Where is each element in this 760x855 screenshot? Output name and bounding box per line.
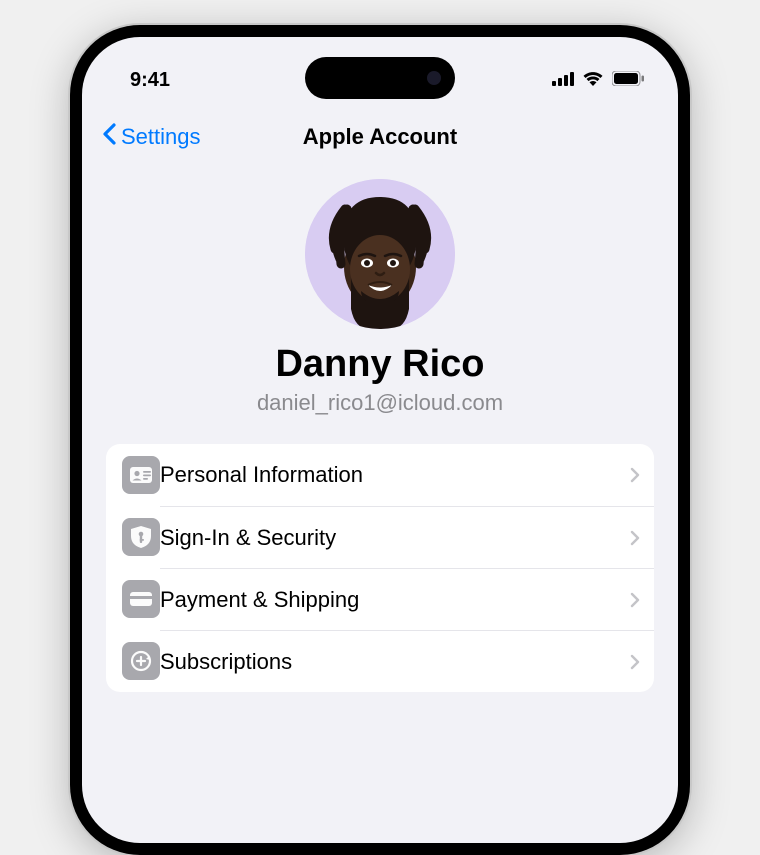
nav-bar: Settings Apple Account xyxy=(82,109,678,165)
memoji-icon xyxy=(305,179,455,329)
page-title: Apple Account xyxy=(303,124,457,150)
credit-card-icon xyxy=(122,580,160,618)
refresh-plus-icon xyxy=(122,642,160,680)
row-label: Payment & Shipping xyxy=(160,587,614,613)
profile-section: Danny Rico daniel_rico1@icloud.com xyxy=(82,165,678,444)
payment-shipping-row[interactable]: Payment & Shipping xyxy=(106,568,654,630)
row-label: Subscriptions xyxy=(160,649,614,675)
phone-frame: 9:41 Settings Apple Account xyxy=(70,25,690,855)
screen: 9:41 Settings Apple Account xyxy=(82,37,678,843)
personal-information-row[interactable]: Personal Information xyxy=(106,444,654,506)
signin-security-row[interactable]: Sign-In & Security xyxy=(106,506,654,568)
chevron-left-icon xyxy=(102,123,117,151)
camera-dot xyxy=(427,71,441,85)
chevron-right-icon xyxy=(630,467,640,483)
settings-list: Personal Information Sign-In & Security xyxy=(106,444,654,692)
profile-name: Danny Rico xyxy=(82,343,678,386)
avatar[interactable] xyxy=(305,179,455,329)
status-right xyxy=(552,69,644,92)
row-label: Sign-In & Security xyxy=(160,525,614,551)
back-label: Settings xyxy=(121,124,201,150)
status-time: 9:41 xyxy=(130,69,170,92)
wifi-icon xyxy=(582,69,604,92)
chevron-right-icon xyxy=(630,530,640,546)
chevron-right-icon xyxy=(630,592,640,608)
back-button[interactable]: Settings xyxy=(102,123,201,151)
chevron-right-icon xyxy=(630,654,640,670)
subscriptions-row[interactable]: Subscriptions xyxy=(106,630,654,692)
profile-email: daniel_rico1@icloud.com xyxy=(82,390,678,416)
battery-icon xyxy=(612,69,644,92)
dynamic-island xyxy=(305,57,455,99)
shield-key-icon xyxy=(122,518,160,556)
id-card-icon xyxy=(122,456,160,494)
cellular-icon xyxy=(552,69,574,92)
row-label: Personal Information xyxy=(160,462,614,488)
